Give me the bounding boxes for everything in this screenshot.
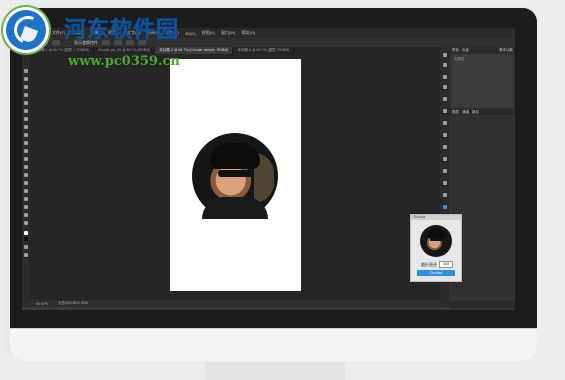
gradient-tool-icon[interactable] <box>24 157 28 161</box>
photo-sunglasses <box>218 170 254 177</box>
monitor-chin <box>10 328 537 361</box>
photo-hair <box>210 143 260 169</box>
monitor-stand <box>205 362 345 380</box>
info-panel-icon[interactable] <box>443 145 447 149</box>
timeline-panel-icon[interactable] <box>443 193 447 197</box>
styles-panel-icon[interactable] <box>443 85 447 89</box>
tab-paths[interactable]: 路径 <box>472 110 479 115</box>
actions-panel-icon[interactable] <box>443 63 447 67</box>
layers-panel-header: 图层 通道 路径 <box>450 109 515 115</box>
properties-empty-text: 无属性 <box>454 57 465 61</box>
zoom-tool-icon[interactable] <box>24 221 28 225</box>
healing-tool-icon[interactable] <box>24 117 28 121</box>
color-panel-header: 颜色 色板 基本功能 <box>450 47 515 53</box>
paragraph-panel-icon[interactable] <box>443 133 447 137</box>
menu-window[interactable]: 窗口(W) <box>221 30 235 36</box>
blur-tool-icon[interactable] <box>24 165 28 169</box>
eyedropper-tool-icon[interactable] <box>24 109 28 113</box>
tab-layers[interactable]: 图层 <box>452 110 459 115</box>
watermark-title: 河东软件园 <box>64 17 180 44</box>
watermark-url: www.pc0359.cn <box>68 54 180 69</box>
tab-color[interactable]: 颜色 <box>452 48 459 53</box>
canvas-area[interactable] <box>30 54 440 300</box>
hand-tool-icon[interactable] <box>24 213 28 217</box>
zoom-level[interactable]: 66.67% <box>36 302 48 306</box>
eraser-tool-icon[interactable] <box>24 149 28 153</box>
foreground-color-swatch[interactable] <box>24 231 28 235</box>
photo-shirt <box>202 197 268 219</box>
site-watermark: 河东软件园 www.pc0359.cn <box>4 8 214 69</box>
stamp-tool-icon[interactable] <box>24 133 28 137</box>
clone-source-panel-icon[interactable] <box>443 109 447 113</box>
marquee-tool-icon[interactable] <box>24 77 28 81</box>
notes-panel-icon[interactable] <box>443 181 447 185</box>
lasso-tool-icon[interactable] <box>24 85 28 89</box>
path-select-tool-icon[interactable] <box>24 197 28 201</box>
photoshop-window: 文件(F) 编辑(E) 图像(I) 图层(L) 文字(Y) 选择(S) 滤镜(T… <box>22 28 515 310</box>
preview-sunglasses <box>430 238 443 241</box>
tab-channels[interactable]: 通道 <box>462 110 469 115</box>
watermark-logo-icon <box>6 10 46 50</box>
dialog-preview-photo <box>420 225 452 257</box>
navigator-panel-icon[interactable] <box>443 157 447 161</box>
adjustments-panel-icon[interactable] <box>443 75 447 79</box>
circular-portrait-photo <box>192 133 278 219</box>
diameter-label: 圆形直径 <box>421 262 437 267</box>
preview-hair <box>427 229 445 238</box>
background-color-swatch[interactable] <box>24 237 28 241</box>
circular-plugin-dialog: Circular 圆形直径 300 Circular! <box>410 214 462 282</box>
circular-button[interactable]: Circular! <box>417 270 455 276</box>
diameter-input[interactable]: 300 <box>439 261 453 268</box>
dodge-tool-icon[interactable] <box>24 173 28 177</box>
brush-tool-icon[interactable] <box>24 125 28 129</box>
plugin-panel-icon[interactable] <box>443 205 447 209</box>
document-size: 文档:844.8K/1.42M <box>57 301 88 305</box>
move-tool-icon[interactable] <box>24 69 28 73</box>
tools-panel <box>22 47 30 307</box>
screen-mode-icon[interactable] <box>24 253 28 257</box>
history-panel-icon[interactable] <box>443 53 447 57</box>
menu-help[interactable]: 帮助(H) <box>241 30 255 36</box>
crop-tool-icon[interactable] <box>24 101 28 105</box>
tab-swatches[interactable]: 色板 <box>462 48 469 53</box>
type-tool-icon[interactable] <box>24 189 28 193</box>
history-brush-tool-icon[interactable] <box>24 141 28 145</box>
quick-select-tool-icon[interactable] <box>24 93 28 97</box>
properties-panel: 无属性 <box>452 55 513 107</box>
layers-panel-footer <box>450 301 515 308</box>
document-canvas[interactable] <box>170 59 301 291</box>
status-bar: 66.67% 文档:844.8K/1.42M <box>30 300 440 307</box>
brush-panel-icon[interactable] <box>443 97 447 101</box>
dialog-title[interactable]: Circular <box>411 215 461 220</box>
pen-tool-icon[interactable] <box>24 181 28 185</box>
character-panel-icon[interactable] <box>443 121 447 125</box>
histogram-panel-icon[interactable] <box>443 169 447 173</box>
tab-untitled-3[interactable]: 未标题-3 @ 66.7% (图层, RGB/8) <box>233 47 295 54</box>
workspace-switcher[interactable]: 基本功能 <box>499 48 513 53</box>
quick-mask-icon[interactable] <box>24 245 28 249</box>
shape-tool-icon[interactable] <box>24 205 28 209</box>
